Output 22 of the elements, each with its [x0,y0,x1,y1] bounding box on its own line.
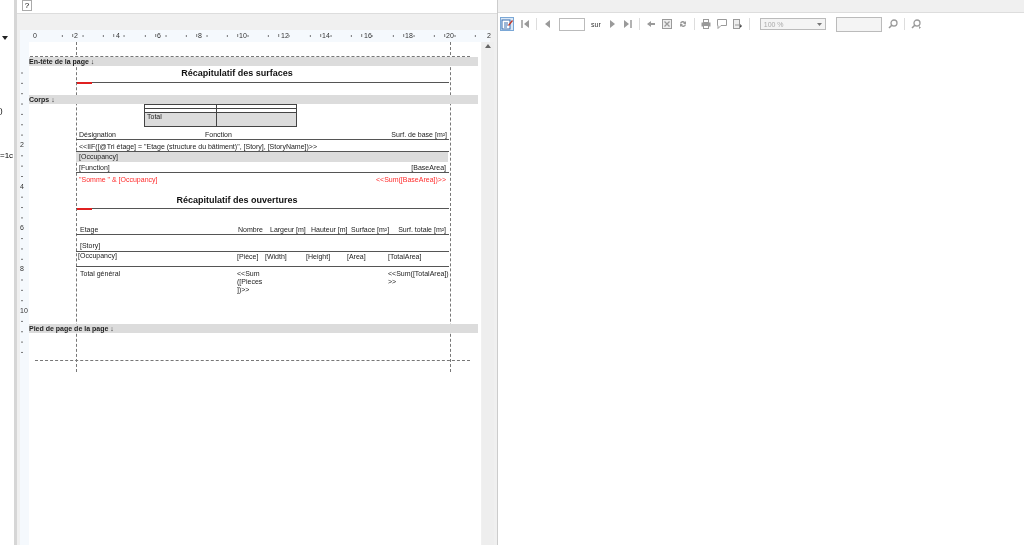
back-icon[interactable] [645,19,656,29]
print-icon[interactable] [700,19,711,29]
help-button[interactable]: ? [22,0,32,11]
search-icon[interactable] [887,19,898,29]
export-icon[interactable] [732,19,743,29]
search-field[interactable] [835,16,882,32]
panel-text: ) [0,106,3,115]
panel-text: =1c [0,151,14,160]
find-next-icon[interactable] [910,19,921,29]
dropdown-caret-icon[interactable] [2,36,8,40]
report-title: Récapitulatif des surfaces [180,68,294,79]
first-page-icon[interactable] [520,19,530,29]
report-title: Récapitulatif des ouvertures [175,195,299,206]
stop-icon[interactable] [661,19,672,29]
scroll-up-icon[interactable] [485,44,491,48]
refresh-icon[interactable] [677,19,688,29]
edit-report-icon[interactable] [500,17,514,31]
last-page-icon[interactable] [622,19,633,29]
page-number-field[interactable] [559,17,585,31]
comment-icon[interactable] [716,19,727,29]
caret-icon [816,22,822,26]
previous-page-icon[interactable] [543,19,553,29]
